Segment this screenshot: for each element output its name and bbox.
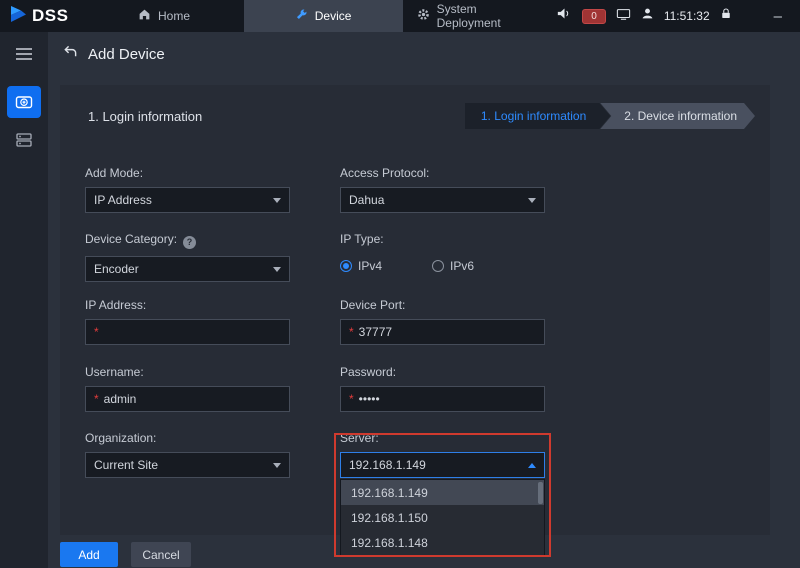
add-mode-value: IP Address xyxy=(94,193,152,207)
device-port-field: Device Port: * 37777 xyxy=(340,298,545,345)
tab-home[interactable]: Home xyxy=(84,0,243,32)
page-titlebar: Add Device xyxy=(48,32,800,76)
device-category-select[interactable]: Encoder xyxy=(85,256,290,282)
device-category-label: Device Category: xyxy=(85,232,177,246)
page-title: Add Device xyxy=(88,46,165,63)
cancel-button[interactable]: Cancel xyxy=(131,542,191,567)
lock-icon[interactable] xyxy=(720,7,732,25)
dss-logo: DSS xyxy=(0,4,84,29)
username-value: admin xyxy=(104,392,137,406)
tab-home-label: Home xyxy=(158,9,190,23)
add-mode-field: Add Mode: IP Address xyxy=(85,166,290,213)
access-protocol-select[interactable]: Dahua xyxy=(340,187,545,213)
server-field: Server: 192.168.1.149 xyxy=(340,431,545,478)
required-mark: * xyxy=(349,392,354,406)
chevron-down-icon xyxy=(273,463,281,468)
device-port-label: Device Port: xyxy=(340,298,545,312)
required-mark: * xyxy=(94,325,99,339)
home-icon xyxy=(138,8,151,24)
password-label: Password: xyxy=(340,365,545,379)
dss-logo-icon xyxy=(8,4,28,29)
login-information-panel: 1. Login information 1. Login informatio… xyxy=(60,85,770,535)
tab-system-deployment-label: System Deployment xyxy=(437,2,544,30)
user-icon[interactable] xyxy=(641,7,654,25)
add-button[interactable]: Add xyxy=(60,542,118,567)
help-icon[interactable]: ? xyxy=(183,236,196,249)
server-option[interactable]: 192.168.1.150 xyxy=(341,505,544,530)
tab-device-label: Device xyxy=(315,9,352,23)
radio-ipv4[interactable]: IPv4 xyxy=(340,259,382,273)
tab-system-deployment[interactable]: System Deployment xyxy=(403,0,558,32)
username-input[interactable]: * admin xyxy=(85,386,290,412)
access-protocol-label: Access Protocol: xyxy=(340,166,545,180)
radio-dot-ipv6 xyxy=(432,260,444,272)
access-protocol-value: Dahua xyxy=(349,193,384,207)
device-category-value: Encoder xyxy=(94,262,139,276)
required-mark: * xyxy=(94,392,99,406)
main-nav: Home Device System Deployment xyxy=(84,0,557,32)
minimize-button[interactable]: – xyxy=(770,8,786,25)
chevron-up-icon xyxy=(528,463,536,468)
server-dropdown-list: 192.168.1.149 192.168.1.150 192.168.1.14… xyxy=(340,479,545,556)
server-select[interactable]: 192.168.1.149 xyxy=(340,452,545,478)
required-mark: * xyxy=(349,325,354,339)
section-title: 1. Login information xyxy=(88,109,202,124)
radio-dot-ipv4 xyxy=(340,260,352,272)
sidebar xyxy=(0,32,48,568)
ip-address-input[interactable]: * xyxy=(85,319,290,345)
wrench-icon xyxy=(295,8,308,24)
radio-ipv6[interactable]: IPv6 xyxy=(432,259,474,273)
alarm-count-badge[interactable]: 0 xyxy=(582,9,606,24)
username-field: Username: * admin xyxy=(85,365,290,412)
gear-icon xyxy=(417,8,430,24)
monitor-icon[interactable] xyxy=(616,7,631,26)
organization-value: Current Site xyxy=(94,458,158,472)
server-value: 192.168.1.149 xyxy=(349,458,426,472)
device-port-input[interactable]: * 37777 xyxy=(340,319,545,345)
ip-type-field: IP Type: IPv4 IPv6 xyxy=(340,232,545,279)
radio-ipv4-label: IPv4 xyxy=(358,259,382,273)
sidebar-item-add-device[interactable] xyxy=(7,86,41,118)
tab-device[interactable]: Device xyxy=(244,0,403,32)
sidebar-item-device-list[interactable] xyxy=(7,124,41,156)
dropdown-scrollbar-thumb[interactable] xyxy=(538,482,543,504)
server-option[interactable]: 192.168.1.148 xyxy=(341,530,544,555)
wizard-stepper: 1. Login information 2. Device informati… xyxy=(465,103,755,129)
add-mode-label: Add Mode: xyxy=(85,166,290,180)
device-category-field: Device Category:? Encoder xyxy=(85,232,290,282)
step-login-information[interactable]: 1. Login information xyxy=(465,103,610,129)
back-icon[interactable] xyxy=(62,44,78,64)
access-protocol-field: Access Protocol: Dahua xyxy=(340,166,545,213)
username-label: Username: xyxy=(85,365,290,379)
dss-logo-text: DSS xyxy=(32,6,68,26)
device-port-value: 37777 xyxy=(359,325,392,339)
ip-address-label: IP Address: xyxy=(85,298,290,312)
ip-address-field: IP Address: * xyxy=(85,298,290,345)
chevron-down-icon xyxy=(273,198,281,203)
password-value: ••••• xyxy=(359,392,380,406)
hamburger-menu-icon[interactable] xyxy=(0,32,48,76)
clock: 11:51:32 xyxy=(664,9,710,23)
server-option[interactable]: 192.168.1.149 xyxy=(341,480,544,505)
server-label: Server: xyxy=(340,431,545,445)
step-device-information[interactable]: 2. Device information xyxy=(600,103,755,129)
organization-select[interactable]: Current Site xyxy=(85,452,290,478)
topbar-status-area: 0 11:51:32 – xyxy=(557,7,800,26)
chevron-down-icon xyxy=(273,267,281,272)
password-field: Password: * ••••• xyxy=(340,365,545,412)
ip-type-radio-group: IPv4 IPv6 xyxy=(340,253,545,279)
top-bar: DSS Home Device System Deployment xyxy=(0,0,800,32)
organization-field: Organization: Current Site xyxy=(85,431,290,478)
password-input[interactable]: * ••••• xyxy=(340,386,545,412)
app-window: DSS Home Device System Deployment xyxy=(0,0,800,568)
organization-label: Organization: xyxy=(85,431,290,445)
ip-type-label: IP Type: xyxy=(340,232,545,246)
radio-ipv6-label: IPv6 xyxy=(450,259,474,273)
speaker-icon[interactable] xyxy=(557,7,572,25)
add-mode-select[interactable]: IP Address xyxy=(85,187,290,213)
chevron-down-icon xyxy=(528,198,536,203)
